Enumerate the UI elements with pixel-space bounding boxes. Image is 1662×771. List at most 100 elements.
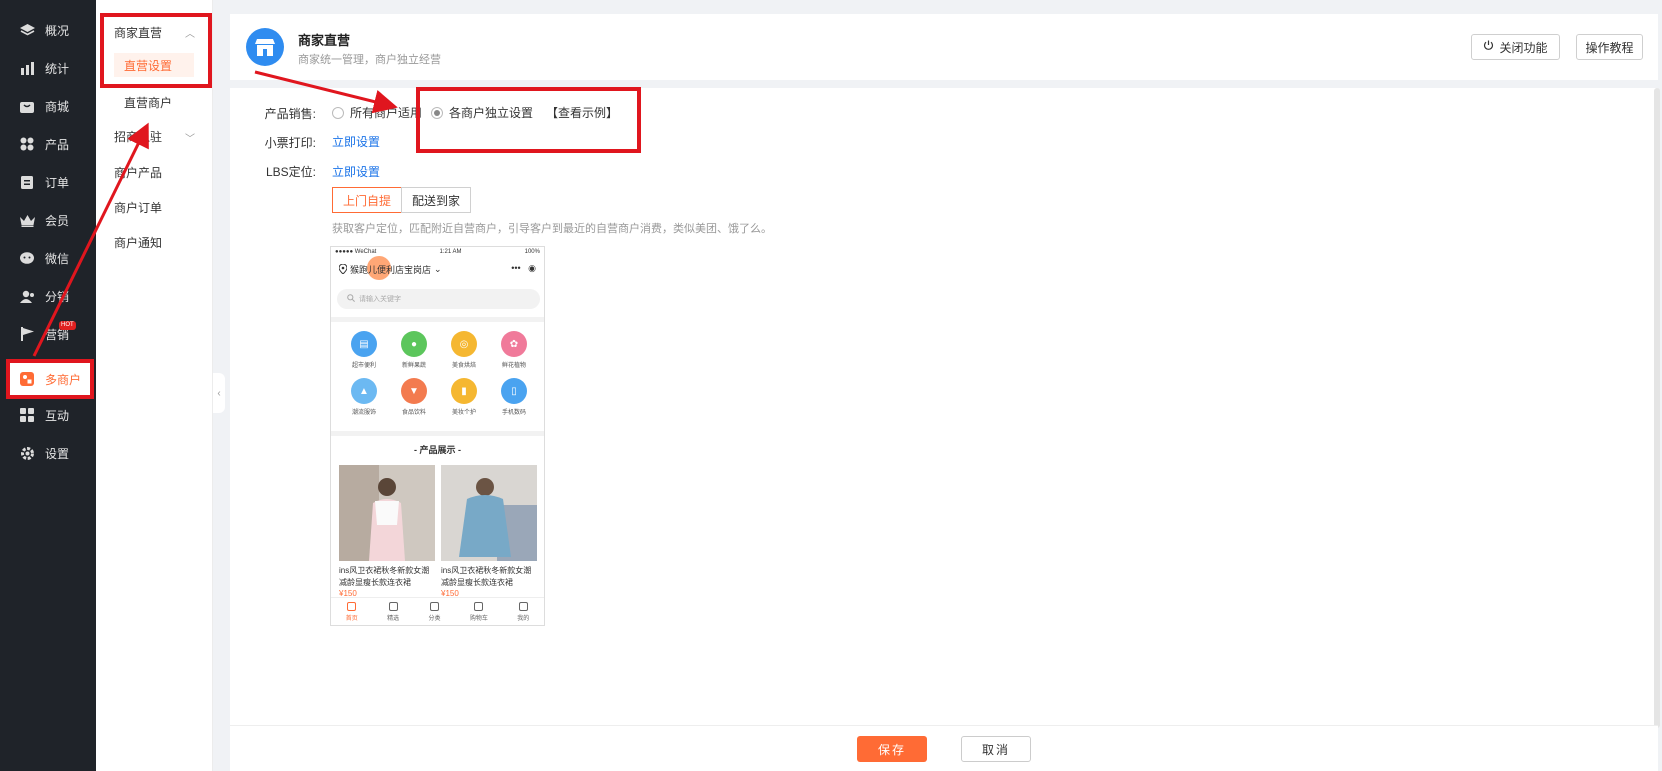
nav-item-stats[interactable]: 统计 (0, 51, 96, 85)
print-label: 小票打印: (264, 136, 316, 150)
nav-item-mall[interactable]: 商城 (0, 89, 96, 123)
phone-preview: ●●●●● WeChat 1:21 AM 100% 猴跑儿便利店宝岗店 ⌄ ••… (330, 246, 545, 626)
cancel-button[interactable]: 取消 (961, 736, 1031, 762)
radio-all-merchants[interactable]: 所有商户适用 (332, 104, 422, 121)
subnav-group-direct[interactable]: 商家直营 (114, 24, 162, 41)
collapse-sidebar-handle[interactable]: ‹ (213, 373, 225, 413)
category-icon: ▮ (451, 378, 477, 404)
clock: 1:21 AM (439, 249, 462, 255)
tutorial-button[interactable]: 操作教程 (1576, 34, 1643, 60)
tab-label: 我的 (517, 615, 530, 622)
nav-label: 互动 (45, 408, 70, 423)
search-placeholder: 请输入关键字 (359, 296, 401, 303)
nav-label: 统计 (45, 61, 70, 76)
nav-item-overview[interactable]: 概况 (0, 13, 96, 47)
phone-location: 猴跑儿便利店宝岗店 ⌄ (338, 262, 442, 276)
category-icon: ▲ (351, 378, 377, 404)
wechat-icon (19, 250, 35, 266)
lbs-setup-link[interactable]: 立即设置 (332, 163, 380, 180)
chart-icon (19, 60, 35, 76)
tab-delivery[interactable]: 配送到家 (401, 187, 471, 213)
separator (331, 431, 544, 436)
category-label: 美食烘焙 (451, 363, 476, 369)
phone-search: 请输入关键字 (337, 289, 540, 309)
product-image (339, 465, 435, 561)
phone-tabbar: 首页 精选 分类 购物车 我的 (331, 597, 544, 625)
category-flowers: ✿ 鲜花植物 (491, 331, 537, 369)
product-image (441, 465, 537, 561)
hot-badge: HOT (59, 321, 76, 330)
grid-icon (429, 601, 439, 611)
category-food-drink: ▼ 食品饮料 (391, 378, 437, 416)
close-feature-button[interactable]: 关闭功能 (1471, 34, 1560, 60)
power-icon (1483, 40, 1494, 54)
product-name: ins风卫衣裙秋冬新款女潮减龄显瘦长款连衣裙 (441, 566, 532, 587)
nav-item-distribution[interactable]: 分销 (0, 279, 96, 313)
shop-icon (19, 98, 35, 114)
subnav-group-recruit[interactable]: 招商入驻 (114, 128, 162, 145)
nav-item-interact[interactable]: 互动 (0, 398, 96, 432)
location-pin-icon (338, 262, 348, 276)
mini-program-capsule: ••• ◉ (511, 263, 536, 273)
chevron-down-icon[interactable]: ﹀ (185, 130, 195, 145)
print-setup-link[interactable]: 立即设置 (332, 133, 380, 150)
page-subtitle: 商家统一管理，商户独立经营 (298, 54, 441, 66)
grid-icon (19, 136, 35, 152)
nav-item-members[interactable]: 会员 (0, 203, 96, 237)
category-label: 新鲜果蔬 (401, 363, 426, 369)
subnav-item-merchant-products[interactable]: 商户产品 (114, 164, 162, 181)
flag-icon (19, 326, 35, 342)
product-name: ins风卫衣裙秋冬新款女潮减龄显瘦长款连衣裙 (339, 566, 430, 587)
nav-item-settings[interactable]: 设置 (0, 436, 96, 470)
nav-label: 订单 (45, 175, 70, 190)
nav-item-marketing[interactable]: 营销 HOT (0, 317, 96, 351)
category-icon: ✿ (501, 331, 527, 357)
radio-each-merchant[interactable]: 各商户独立设置 (431, 104, 533, 121)
phone-tab-featured: 精选 (387, 601, 399, 622)
tab-label: 购物车 (469, 615, 488, 622)
user-icon (518, 601, 528, 611)
nav-item-orders[interactable]: 订单 (0, 165, 96, 199)
users-icon (19, 288, 35, 304)
search-icon (347, 294, 355, 304)
category-label: 美妆个护 (451, 410, 476, 416)
tab-pickup[interactable]: 上门自提 (332, 187, 402, 213)
layers-icon (19, 22, 35, 38)
nav-label: 概况 (45, 23, 70, 38)
nav-label: 会员 (45, 213, 70, 228)
bag-icon (388, 601, 398, 611)
category-label: 食品饮料 (401, 410, 426, 416)
subnav-item-direct-merchants[interactable]: 直营商户 (124, 94, 172, 111)
nav-label: 多商户 (45, 372, 82, 387)
nav-item-multi-merchant[interactable]: 多商户 (6, 359, 94, 399)
chevron-up-icon[interactable]: ︿ (185, 25, 195, 40)
battery: 100% (524, 249, 540, 255)
lbs-hint: 获取客户定位，匹配附近自营商户，引导客户到最近的自营商户消费，类似美团、饿了么。 (332, 223, 772, 235)
phone-tab-mine: 我的 (517, 601, 530, 622)
chevron-down-icon: ⌄ (434, 264, 442, 274)
radio-circle (332, 106, 344, 119)
category-fruits: ● 新鲜果蔬 (391, 331, 437, 369)
nav-item-products[interactable]: 产品 (0, 127, 96, 161)
subnav-item-direct-settings[interactable]: 直营设置 (114, 53, 194, 77)
close-feature-label: 关闭功能 (1499, 40, 1548, 55)
nav-label: 商城 (45, 99, 70, 114)
phone-tab-category: 分类 (428, 601, 441, 622)
carrier: ●●●●● WeChat (335, 249, 377, 255)
category-digital: ▯ 手机数码 (491, 378, 537, 416)
category-supermarket: ▤ 超市便利 (341, 331, 387, 369)
view-example-link[interactable]: 【查看示例】 (546, 104, 618, 121)
separator (331, 317, 544, 322)
category-label: 潮流服饰 (351, 410, 376, 416)
save-button[interactable]: 保存 (857, 736, 927, 762)
vertical-scrollbar[interactable] (1654, 88, 1660, 728)
tab-label: 分类 (428, 615, 441, 622)
category-icon: ▯ (501, 378, 527, 404)
subnav-item-merchant-notices[interactable]: 商户通知 (114, 234, 162, 251)
subnav-item-merchant-orders[interactable]: 商户订单 (114, 199, 162, 216)
category-icon: ◎ (451, 331, 477, 357)
nav-item-wechat[interactable]: 微信 (0, 241, 96, 275)
category-label: 超市便利 (351, 363, 376, 369)
gear-icon (19, 445, 35, 461)
phone-status-bar: ●●●●● WeChat 1:21 AM 100% (331, 247, 544, 259)
